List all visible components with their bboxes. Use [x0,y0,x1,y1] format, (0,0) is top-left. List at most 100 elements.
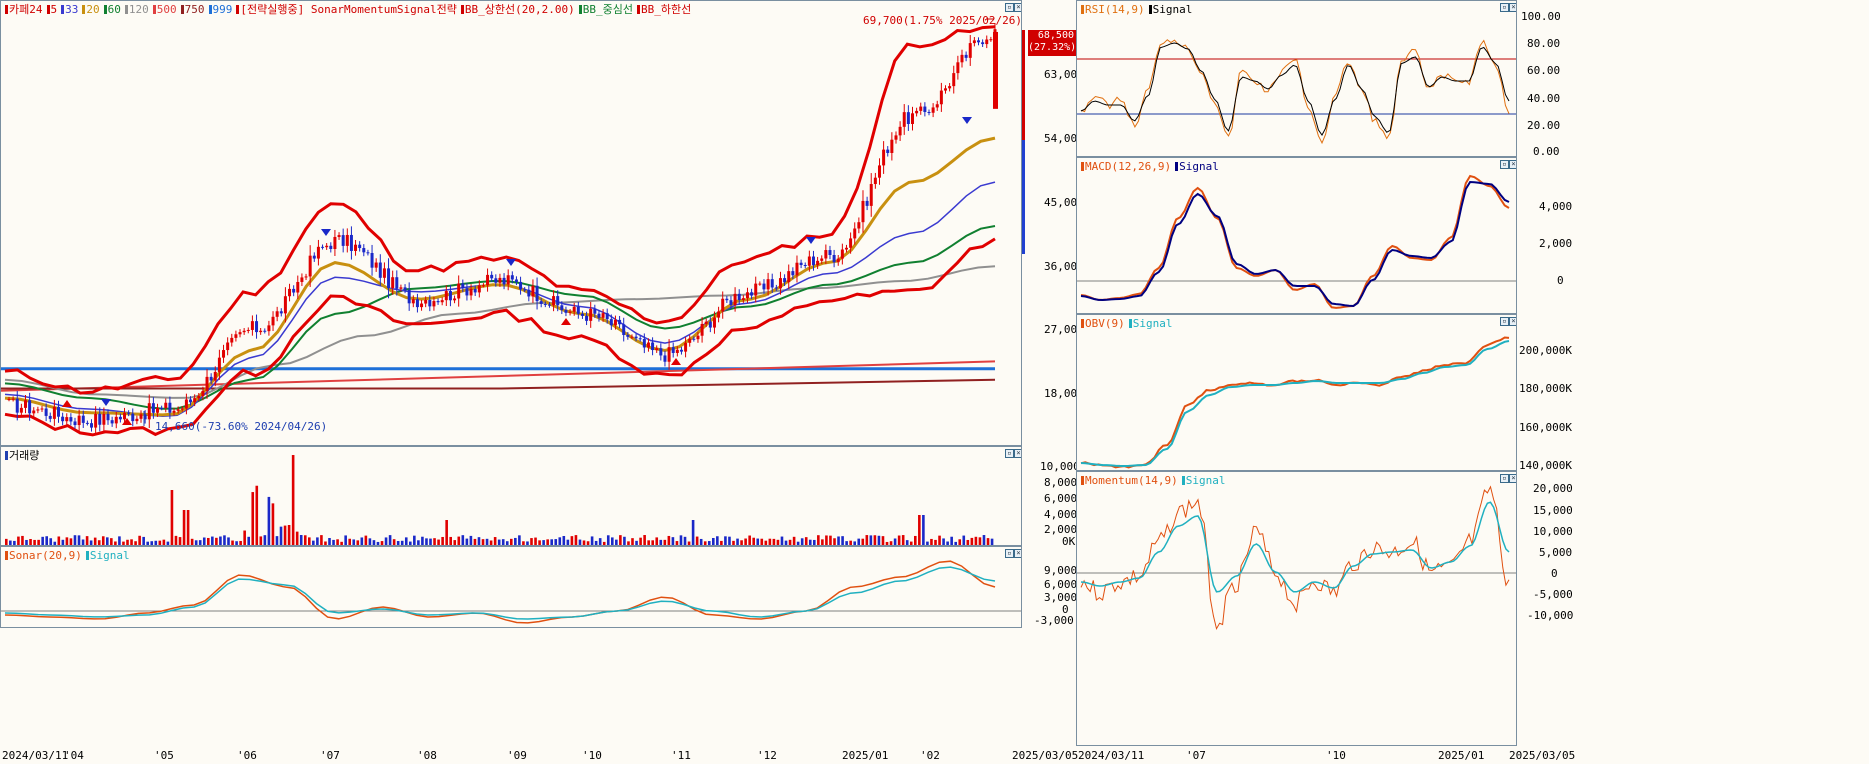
legend-item[interactable]: MACD(12,26,9) [1085,160,1171,173]
candle-body [176,409,180,411]
volume-bar [336,539,339,545]
candle-body [490,274,494,279]
pane-close-icon[interactable]: × [1014,549,1021,558]
volume-bar [825,535,828,545]
candle-body [205,376,209,391]
pane-maximize-icon[interactable]: ▫ [1500,3,1509,12]
legend-item[interactable]: Signal [1153,3,1193,16]
candle-body [593,308,597,314]
pane-maximize-icon[interactable]: ▫ [1005,3,1014,12]
obv-pane[interactable]: OBV(9) Signal ▫ × [1076,314,1517,471]
volume-bar [437,539,440,545]
legend-item[interactable]: Signal [1133,317,1173,330]
candle-body [494,278,498,283]
pane-maximize-icon[interactable]: ▫ [1005,449,1014,458]
volume-bar [602,541,606,545]
candle-body [69,417,73,422]
high-annotation: 69,700(1.75% 2025/02/26) [863,14,1022,27]
candle-body [976,40,980,43]
candle-body [832,254,836,263]
x-axis-label: 2025/01 [842,749,889,762]
candle-body [420,303,424,308]
candle-body [180,408,184,410]
legend-item[interactable]: OBV(9) [1085,317,1125,330]
pane-close-icon[interactable]: × [1509,3,1516,12]
macd-line [1080,174,1510,309]
volume-bar [659,539,663,545]
pane-maximize-icon[interactable]: ▫ [1500,317,1509,326]
volume-bar [33,539,36,545]
candle-body [354,244,358,251]
candle-body [585,315,589,321]
candle-body [283,296,287,314]
volume-bar [340,541,343,545]
legend-item[interactable]: Signal [1186,474,1226,487]
volume-bar [679,535,683,545]
legend-item[interactable]: BB_상한선(20,2.00) [465,3,575,16]
volume-bar [748,535,751,545]
legend-item[interactable]: Signal [1179,160,1219,173]
candle-body [114,416,118,424]
pane-maximize-icon[interactable]: ▫ [1005,549,1014,558]
candle-body [931,107,935,113]
volume-bars-canvas [5,455,994,545]
candle-body [906,112,910,125]
legend-item[interactable]: 33 [65,3,78,16]
volume-bar [950,536,953,545]
x-axis-label: '08 [417,749,437,762]
candle-body [201,390,205,397]
x-axis-label: 2025/01 [1438,749,1485,762]
pane-close-icon[interactable]: × [1509,474,1516,483]
legend-item[interactable]: 750 [185,3,205,16]
pane-close-icon[interactable]: × [1014,3,1021,12]
obv-axis-label: 180,000K [1519,382,1572,395]
volume-pane[interactable]: 거래량 ▫ × [0,446,1022,546]
legend-item[interactable]: 999 [213,3,233,16]
candle-body [325,245,329,248]
pane-maximize-icon[interactable]: ▫ [1500,160,1509,169]
legend-item[interactable]: 120 [129,3,149,16]
legend-item[interactable]: Sonar(20,9) [9,549,82,562]
volume-bar [817,535,820,545]
volume-bar [110,538,113,545]
macd-pane[interactable]: MACD(12,26,9) Signal ▫ × [1076,157,1517,314]
volume-bar [813,539,816,545]
rsi-axis-label: 60.00 [1527,64,1561,77]
pane-maximize-icon[interactable]: ▫ [1500,474,1509,483]
rsi-pane[interactable]: RSI(14,9) Signal ▫ × [1076,0,1517,157]
pane-close-icon[interactable]: × [1509,160,1516,169]
volume-bar [433,538,436,545]
volume-bar [707,541,711,545]
candle-body [539,301,543,304]
legend-item[interactable]: BB_중심선 [583,3,633,16]
candle-body [985,39,989,45]
sonar-axis-label: -3,000 [1034,614,1074,627]
legend-item[interactable]: RSI(14,9) [1085,3,1145,16]
volume-bar [881,536,885,545]
volume-bar [73,535,77,545]
obv-legend: OBV(9) Signal [1081,317,1177,330]
legend-item[interactable]: 60 [108,3,121,16]
volume-bar [49,538,53,545]
momentum-pane[interactable]: Momentum(14,9) Signal ▫ × [1076,471,1517,746]
legend-item[interactable]: 카페24 [9,3,43,16]
candle-body [61,416,65,422]
legend-item[interactable]: Momentum(14,9) [1085,474,1178,487]
volume-bar [893,538,897,545]
legend-item[interactable]: BB_하한선 [641,3,691,16]
volume-bar [473,538,477,545]
candle-body [147,403,151,420]
volume-bar [320,535,323,545]
legend-item[interactable]: 5 [51,3,58,16]
legend-item[interactable]: [전략실행중] SonarMomentumSignal전략 [240,3,457,16]
legend-item[interactable]: Signal [90,549,130,562]
legend-item[interactable]: 500 [157,3,177,16]
pane-close-icon[interactable]: × [1014,449,1021,458]
legend-item[interactable]: 20 [86,3,99,16]
candle-body [935,104,939,108]
volume-bar [219,536,222,545]
pane-close-icon[interactable]: × [1509,317,1516,326]
sonar-pane[interactable]: Sonar(20,9) Signal ▫ × [0,546,1022,628]
candle-body [358,244,362,249]
price-chart-pane[interactable]: 카페24 5 33 20 60 120 500 750 999 [전략실행중] SonarMome… [0,0,1022,446]
